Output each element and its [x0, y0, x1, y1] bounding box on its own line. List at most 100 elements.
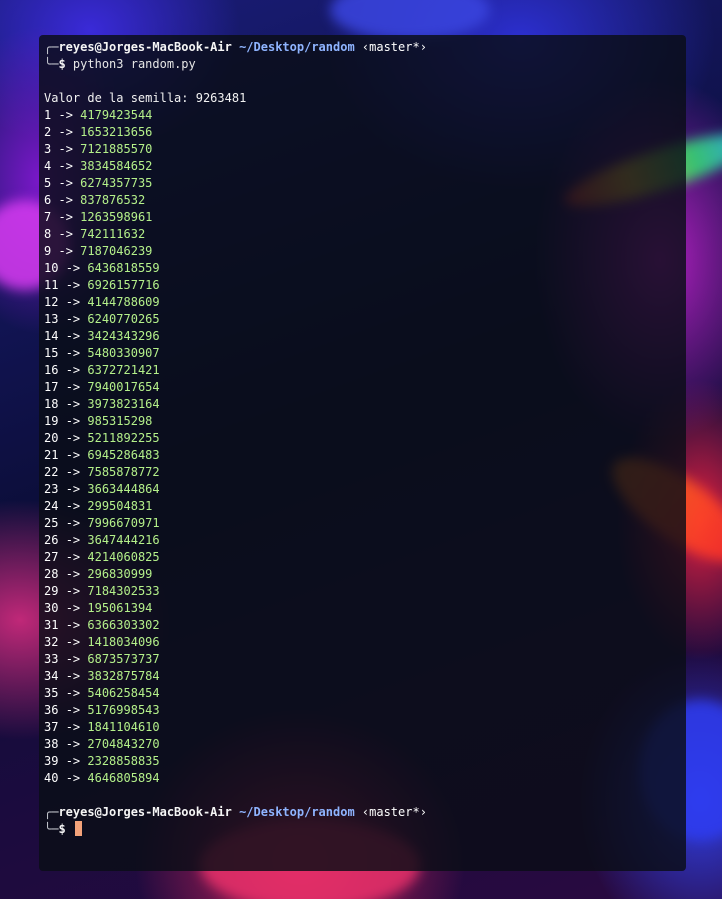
result-row: 38 -> 2704843270	[44, 736, 686, 753]
result-value: 1841104610	[87, 720, 160, 734]
result-index: 8	[44, 227, 52, 241]
input-line[interactable]: ╰─$	[44, 821, 686, 838]
result-row: 39 -> 2328858835	[44, 753, 686, 770]
result-value: 4214060825	[87, 550, 160, 564]
result-row: 12 -> 4144788609	[44, 294, 686, 311]
result-arrow: ->	[65, 397, 81, 411]
result-row: 25 -> 7996670971	[44, 515, 686, 532]
result-row: 8 -> 742111632	[44, 226, 686, 243]
result-arrow: ->	[65, 618, 81, 632]
result-arrow: ->	[65, 346, 81, 360]
result-value: 3832875784	[87, 669, 160, 683]
result-arrow: ->	[65, 771, 81, 785]
result-index: 31	[44, 618, 59, 632]
result-arrow: ->	[65, 669, 81, 683]
result-row: 26 -> 3647444216	[44, 532, 686, 549]
result-index: 37	[44, 720, 59, 734]
result-value: 3973823164	[87, 397, 160, 411]
result-row: 6 -> 837876532	[44, 192, 686, 209]
result-arrow: ->	[65, 465, 81, 479]
result-row: 1 -> 4179423544	[44, 107, 686, 124]
result-index: 14	[44, 329, 59, 343]
result-row: 16 -> 6372721421	[44, 362, 686, 379]
result-row: 11 -> 6926157716	[44, 277, 686, 294]
result-index: 36	[44, 703, 59, 717]
result-value: 3424343296	[87, 329, 160, 343]
result-arrow: ->	[65, 584, 81, 598]
result-arrow: ->	[65, 567, 81, 581]
result-value: 7585878772	[87, 465, 160, 479]
result-index: 1	[44, 108, 52, 122]
prompt-box-top: ╭─	[44, 805, 59, 819]
result-arrow: ->	[65, 363, 81, 377]
result-value: 4646805894	[87, 771, 160, 785]
result-value: 7184302533	[87, 584, 160, 598]
result-value: 7996670971	[87, 516, 160, 530]
result-arrow: ->	[65, 261, 81, 275]
result-row: 13 -> 6240770265	[44, 311, 686, 328]
result-value: 7940017654	[87, 380, 160, 394]
result-index: 23	[44, 482, 59, 496]
result-value: 4144788609	[87, 295, 160, 309]
result-row: 22 -> 7585878772	[44, 464, 686, 481]
result-value: 985315298	[87, 414, 153, 428]
result-arrow: ->	[65, 635, 81, 649]
prompt-symbol: $	[58, 57, 66, 71]
text-cursor[interactable]	[74, 821, 82, 836]
result-arrow: ->	[58, 244, 73, 258]
result-value: 6372721421	[87, 363, 160, 377]
result-row: 23 -> 3663444864	[44, 481, 686, 498]
result-row: 5 -> 6274357735	[44, 175, 686, 192]
result-index: 18	[44, 397, 59, 411]
result-value: 837876532	[80, 193, 146, 207]
result-arrow: ->	[65, 499, 81, 513]
result-arrow: ->	[65, 380, 81, 394]
result-index: 3	[44, 142, 52, 156]
result-arrow: ->	[58, 227, 73, 241]
result-index: 16	[44, 363, 59, 377]
prompt-box-bottom: ╰─	[44, 57, 59, 71]
result-arrow: ->	[65, 703, 81, 717]
result-arrow: ->	[58, 159, 73, 173]
result-index: 15	[44, 346, 59, 360]
result-arrow: ->	[65, 414, 81, 428]
result-value: 6926157716	[87, 278, 160, 292]
result-row: 37 -> 1841104610	[44, 719, 686, 736]
result-value: 2328858835	[87, 754, 160, 768]
result-value: 2704843270	[87, 737, 160, 751]
result-row: 32 -> 1418034096	[44, 634, 686, 651]
result-index: 13	[44, 312, 59, 326]
result-row: 28 -> 296830999	[44, 566, 686, 583]
terminal-window[interactable]: ╭─reyes@Jorges-MacBook-Air ~/Desktop/ran…	[39, 35, 686, 871]
result-index: 26	[44, 533, 59, 547]
result-index: 39	[44, 754, 59, 768]
result-index: 20	[44, 431, 59, 445]
result-index: 12	[44, 295, 59, 309]
result-index: 34	[44, 669, 59, 683]
result-index: 11	[44, 278, 59, 292]
result-index: 32	[44, 635, 59, 649]
result-row: 15 -> 5480330907	[44, 345, 686, 362]
result-row: 10 -> 6436818559	[44, 260, 686, 277]
result-arrow: ->	[65, 737, 81, 751]
result-index: 33	[44, 652, 59, 666]
command-text: python3 random.py	[72, 57, 196, 71]
result-value: 6366303302	[87, 618, 160, 632]
prompt-box-top: ╭─	[44, 40, 59, 54]
result-value: 6873573737	[87, 652, 160, 666]
result-value: 742111632	[80, 227, 146, 241]
result-row: 30 -> 195061394	[44, 600, 686, 617]
result-value: 195061394	[87, 601, 153, 615]
result-index: 22	[44, 465, 59, 479]
result-value: 5406258454	[87, 686, 160, 700]
prompt-user-host: reyes@Jorges-MacBook-Air	[58, 805, 232, 819]
result-index: 40	[44, 771, 59, 785]
result-index: 7	[44, 210, 52, 224]
result-index: 38	[44, 737, 59, 751]
result-arrow: ->	[65, 754, 81, 768]
result-value: 3663444864	[87, 482, 160, 496]
result-row: 17 -> 7940017654	[44, 379, 686, 396]
result-value: 3647444216	[87, 533, 160, 547]
result-value: 7121885570	[80, 142, 153, 156]
